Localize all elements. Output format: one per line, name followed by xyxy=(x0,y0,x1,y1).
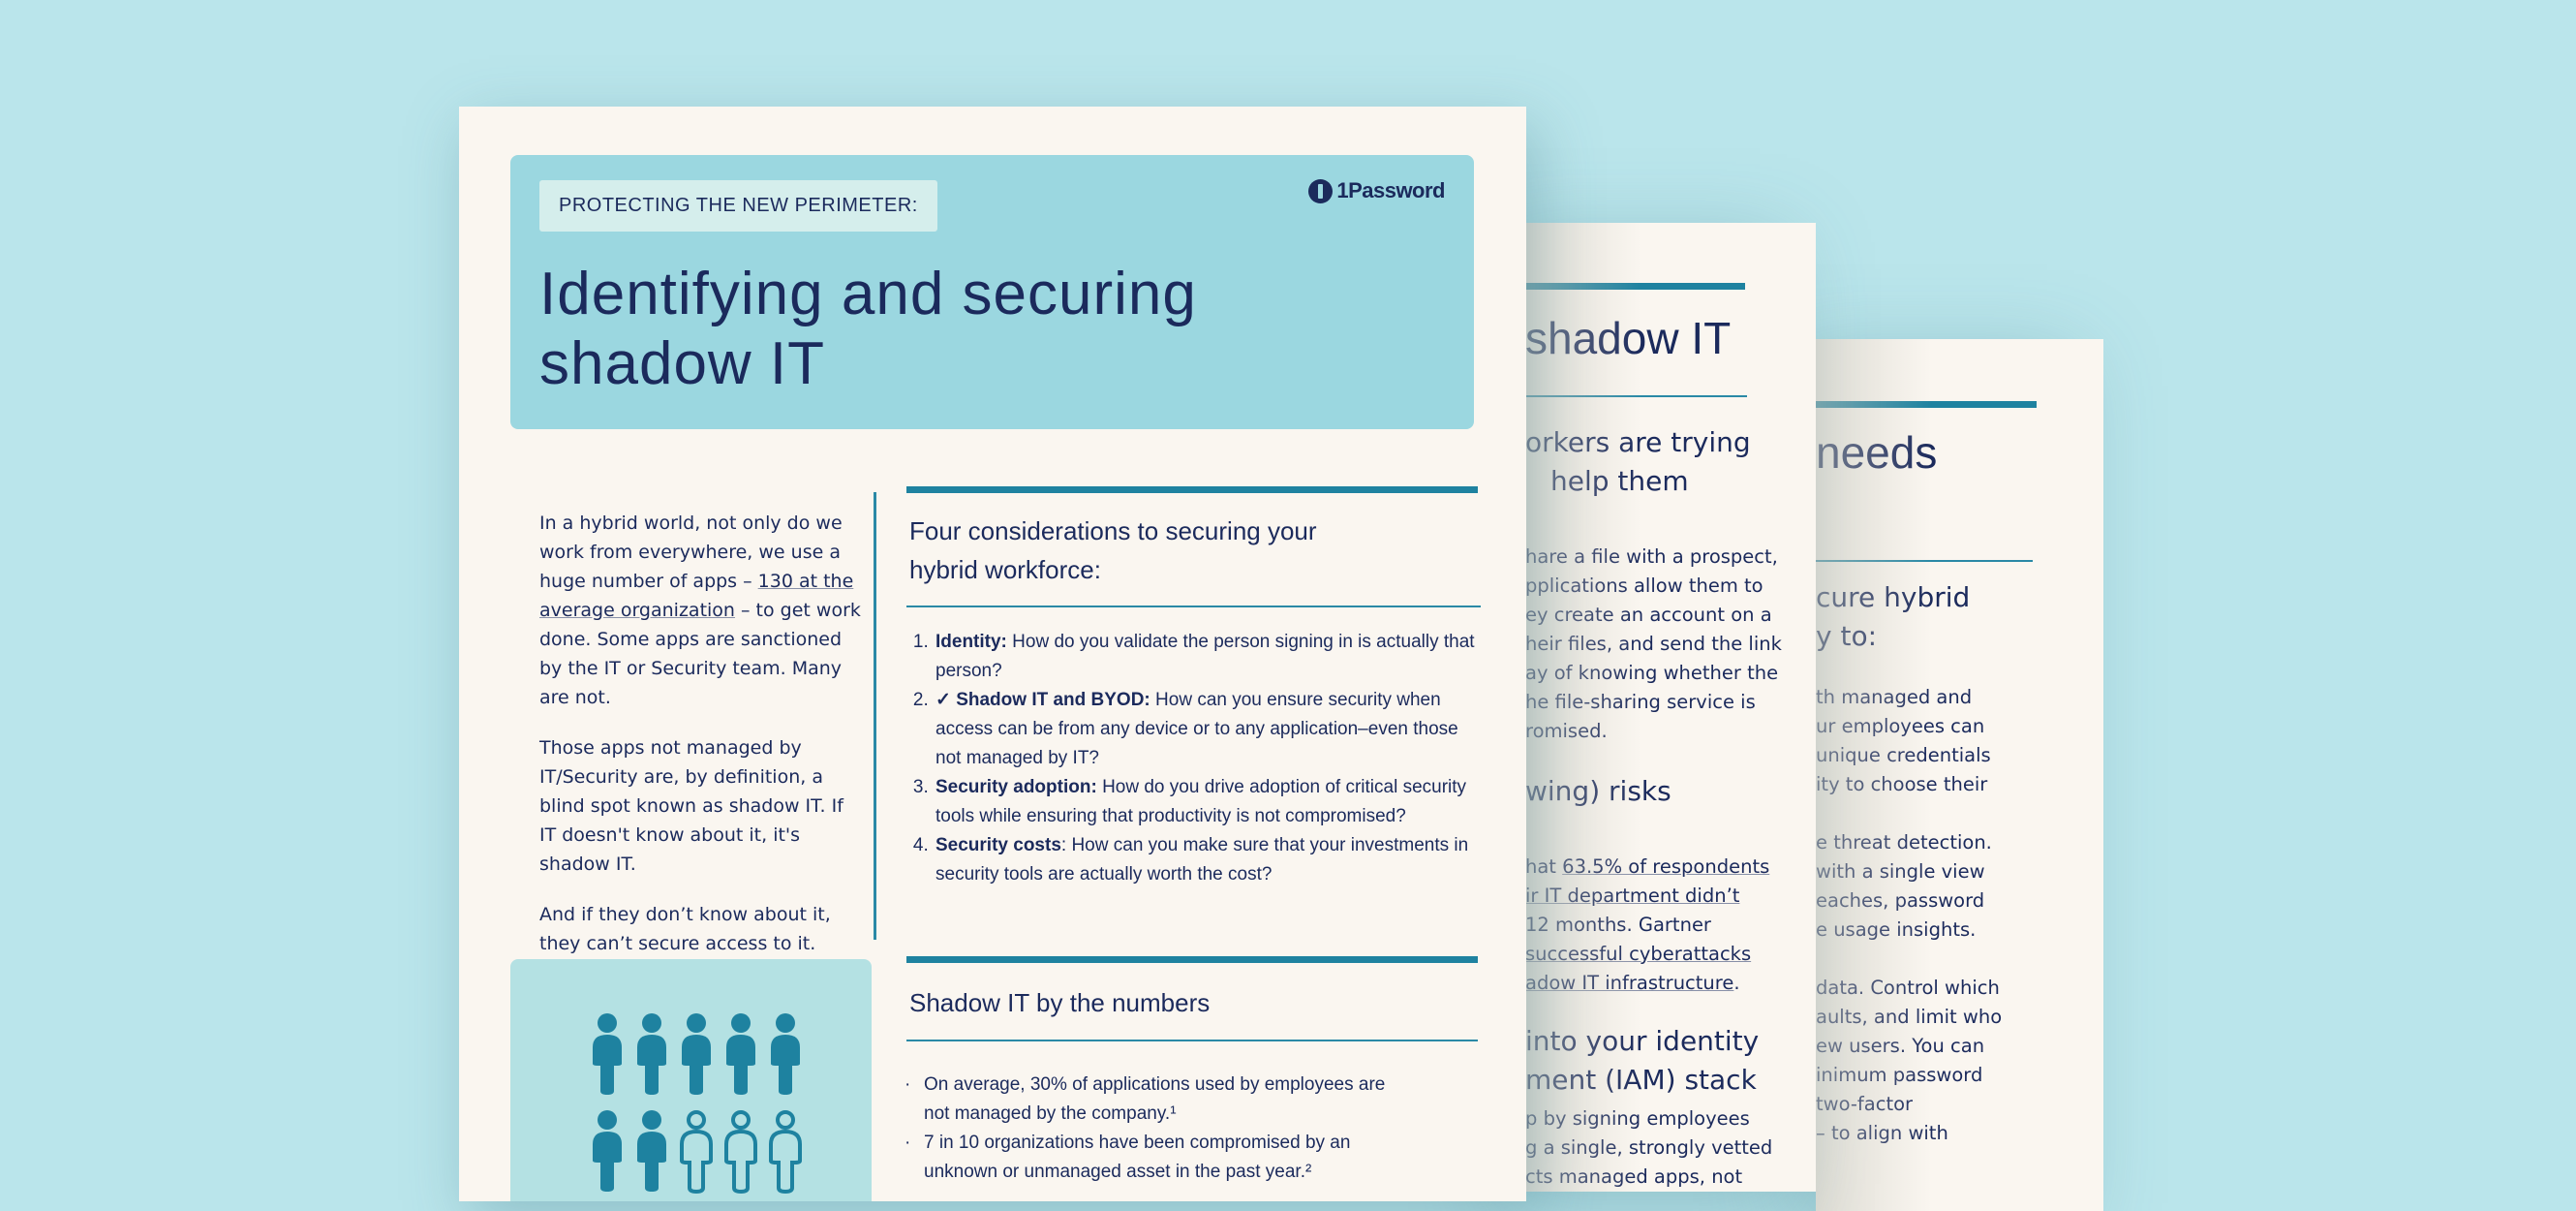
pictogram-panel xyxy=(510,959,872,1201)
numbers-list: On average, 30% of applications used by … xyxy=(905,1071,1408,1187)
item-text: How do you validate the person signing i… xyxy=(935,632,1475,681)
intro-paragraph-3: And if they don’t know about it, they ca… xyxy=(539,904,831,954)
people-pictogram xyxy=(593,1013,802,1195)
page-header: PROTECTING THE NEW PERIMETER: 1Password … xyxy=(510,155,1474,429)
list-item: Security costs: How can you make sure th… xyxy=(934,831,1476,889)
considerations-list: Identity: How do you validate the person… xyxy=(905,628,1476,889)
section-rule-thin xyxy=(906,606,1481,607)
item-label: Security costs xyxy=(935,835,1061,855)
section-rule-thin xyxy=(906,1040,1478,1041)
person-outline-icon xyxy=(769,1110,802,1195)
item-label: Security adoption: xyxy=(935,777,1097,797)
page-fold-shadow xyxy=(1816,339,1932,1211)
intro-paragraph-2: Those apps not managed by IT/Security ar… xyxy=(539,737,843,875)
person-filled-icon xyxy=(682,1013,711,1095)
list-item: On average, 30% of applications used by … xyxy=(905,1071,1408,1129)
person-outline-icon xyxy=(680,1110,713,1195)
document-page-1: PROTECTING THE NEW PERIMETER: 1Password … xyxy=(459,107,1526,1201)
numbers-section: Shadow IT by the numbers xyxy=(905,983,1476,1022)
person-filled-icon xyxy=(593,1110,622,1192)
page-title: Identifying and securing shadow IT xyxy=(539,261,1197,397)
considerations-section: Four considerations to securing your hyb… xyxy=(905,512,1476,589)
considerations-title: Four considerations to securing your hyb… xyxy=(909,516,1317,584)
person-filled-icon xyxy=(637,1110,666,1192)
section-rule-thick xyxy=(906,956,1478,963)
intro-paragraph-1: In a hybrid world, not only do we work f… xyxy=(539,509,864,712)
item-label: ✓ Shadow IT and BYOD: xyxy=(935,690,1150,710)
numbers-list-wrap: On average, 30% of applications used by … xyxy=(905,1071,1408,1187)
person-filled-icon xyxy=(637,1013,666,1095)
column-divider xyxy=(874,492,876,940)
document-page-3: needs cure hybrid y to: th managed andur… xyxy=(1816,339,2103,1211)
list-item: 7 in 10 organizations have been compromi… xyxy=(905,1129,1408,1187)
section-rule-thick xyxy=(906,486,1478,493)
person-outline-icon xyxy=(724,1110,757,1195)
1password-keyhole-icon xyxy=(1308,178,1334,203)
list-item: Security adoption: How do you drive adop… xyxy=(934,773,1476,831)
person-filled-icon xyxy=(771,1013,800,1095)
brand-logo: 1Password xyxy=(1308,178,1445,203)
brand-name: 1Password xyxy=(1336,178,1445,202)
person-filled-icon xyxy=(593,1013,622,1095)
person-filled-icon xyxy=(726,1013,755,1095)
item-label: Identity: xyxy=(935,632,1007,652)
document-page-2: shadow IT orkers are trying help them ha… xyxy=(1525,223,1816,1192)
intro-text: In a hybrid world, not only do we work f… xyxy=(539,509,864,979)
page-fold-shadow xyxy=(1525,223,1641,1192)
numbers-title: Shadow IT by the numbers xyxy=(909,988,1211,1017)
list-item: Identity: How do you validate the person… xyxy=(934,628,1476,686)
list-item: ✓ Shadow IT and BYOD: How can you ensure… xyxy=(934,686,1476,773)
kicker-label: PROTECTING THE NEW PERIMETER: xyxy=(539,180,937,232)
considerations-list-wrap: Identity: How do you validate the person… xyxy=(905,628,1476,889)
